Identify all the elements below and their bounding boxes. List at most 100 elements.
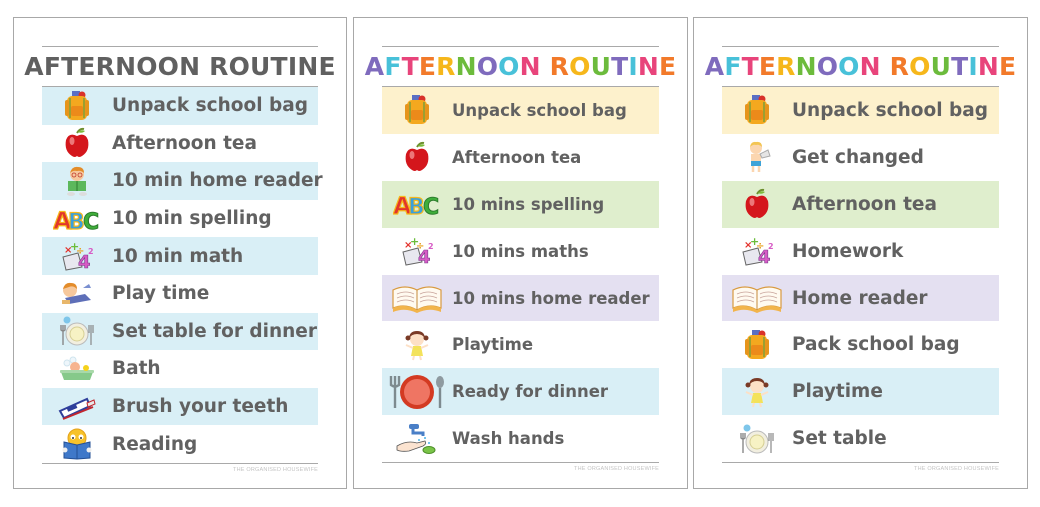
school-bag-icon: [722, 329, 792, 361]
routine-item-label: Playtime: [452, 335, 534, 355]
routine-item: 10 mins home reader: [382, 274, 659, 322]
routine-item: Pack school bag: [722, 321, 999, 368]
bathtub-icon: [42, 355, 112, 383]
routine-item-label: Bath: [112, 358, 161, 380]
title-letter: U: [590, 52, 612, 81]
footer-credit: THE ORGANISED HOUSEWIFE: [914, 466, 999, 473]
routine-item: Afternoon tea: [42, 125, 318, 163]
school-bag-icon: [722, 94, 792, 126]
routine-item-label: Unpack school bag: [792, 99, 988, 121]
routine-item-label: Set table for dinner: [112, 320, 317, 342]
svg-text:C: C: [423, 195, 439, 219]
routine-item-label: Reading: [112, 433, 198, 455]
routine-list: Unpack school bag Get changed Afternoon te…: [722, 87, 999, 462]
routine-item-label: 10 mins spelling: [452, 194, 605, 214]
routine-item: Unpack school bag: [42, 87, 318, 125]
place-setting-icon: [722, 423, 792, 455]
chart-content: AFTERNOON ROUTINE Unpack school bag Get c…: [705, 46, 1016, 473]
math-book-icon: × + ÷ 4 2: [382, 236, 452, 266]
title-letter: N: [519, 52, 541, 81]
routine-item: Playtime: [722, 368, 999, 416]
abc-icon: ABC: [382, 189, 452, 220]
title-letter: O: [498, 52, 520, 81]
title-letter: T: [401, 52, 419, 81]
girl-playing-icon: [722, 376, 792, 408]
bottom-rule: [722, 462, 999, 464]
boy-reading-icon: [42, 165, 112, 197]
bottom-rule: [382, 462, 659, 464]
open-book-icon: [382, 282, 452, 314]
title-letter: R: [549, 52, 570, 81]
routine-item-label: Playtime: [792, 381, 883, 403]
title-letter: U: [930, 52, 952, 81]
routine-item: A B C 10 mins spelling: [382, 180, 659, 228]
math-book-icon: × + ÷ 4 2: [42, 241, 112, 271]
routine-item: Afternoon tea: [722, 180, 999, 228]
chart-content: AFTERNOON ROUTINE Unpack school bag After…: [365, 46, 676, 472]
routine-chart-1: AFTERNOON ROUTINE Unpack school bag After…: [13, 17, 347, 489]
routine-item: 10 min home reader: [42, 162, 323, 200]
routine-item-label: Play time: [112, 283, 210, 305]
title-letter: O: [816, 52, 839, 81]
routine-item-label: Set table: [792, 428, 887, 450]
routine-item-label: Unpack school bag: [112, 95, 308, 117]
routine-item: Playtime: [382, 321, 659, 368]
svg-text:2: 2: [88, 247, 94, 256]
place-setting-icon: [42, 315, 112, 347]
routine-list: Unpack school bag Afternoon tea A B C 10 mins…: [382, 87, 659, 462]
routine-item: Get changed: [722, 134, 999, 181]
routine-item-label: Afternoon tea: [792, 193, 937, 215]
title-letter: R: [436, 52, 456, 81]
boy-changing-icon: [722, 140, 792, 174]
routine-item-label: 10 min spelling: [112, 208, 272, 230]
title-letter: O: [569, 52, 591, 81]
bottom-rule: [42, 462, 318, 464]
title-letter: T: [741, 52, 759, 81]
routine-item: Bath: [42, 350, 318, 388]
school-bag-icon: [42, 90, 112, 122]
routine-item: Afternoon tea: [382, 134, 659, 181]
routine-item: × + ÷ 4 2 10 min math: [42, 237, 318, 275]
routine-item: Ready for dinner: [382, 368, 659, 416]
routine-item-label: 10 mins maths: [452, 241, 589, 261]
title-letter: F: [384, 52, 402, 81]
routine-item-label: Wash hands: [452, 429, 565, 449]
smiley-reading-icon: [42, 428, 112, 460]
routine-item: Reading: [42, 425, 318, 463]
routine-item: Unpack school bag: [722, 87, 999, 134]
routine-item-label: Ready for dinner: [452, 382, 609, 402]
title-letter: F: [724, 52, 742, 81]
chart-title: AFTERNOON ROUTINE: [24, 52, 336, 81]
title-letter: [541, 52, 550, 81]
routine-item: Unpack school bag: [382, 87, 659, 134]
title-letter: R: [776, 52, 796, 81]
math-book-icon: × + ÷ 4 2: [722, 236, 792, 266]
routine-item-label: Unpack school bag: [452, 100, 627, 120]
title-letter: N: [637, 52, 659, 81]
title-letter: O: [476, 52, 499, 81]
title-letter: I: [628, 52, 638, 81]
routine-item-label: Afternoon tea: [112, 132, 257, 154]
apple-icon: [382, 141, 452, 173]
routine-item-label: 10 mins home reader: [452, 288, 650, 308]
boy-playing-icon: [42, 280, 112, 308]
routine-item: Set table: [722, 415, 999, 462]
title-letter: N: [455, 52, 477, 81]
title-letter: O: [838, 52, 860, 81]
routine-item-label: Pack school bag: [792, 334, 960, 356]
title-letter: A: [704, 52, 725, 81]
routine-list: Unpack school bag Afternoon tea 10 min hom…: [42, 87, 323, 463]
title-letter: E: [998, 52, 1017, 81]
routine-item: × + ÷ 4 2 10 mins maths: [382, 228, 659, 275]
school-bag-icon: [382, 94, 452, 126]
routine-item-label: Get changed: [792, 146, 924, 168]
routine-item-label: 10 min math: [112, 245, 244, 267]
dinner-plate-icon: [382, 373, 452, 411]
toothbrush-icon: [42, 393, 112, 421]
title-letter: I: [968, 52, 978, 81]
routine-item: × + ÷ 4 2 Homework: [722, 228, 999, 275]
girl-playing-icon: [382, 329, 452, 361]
svg-text:2: 2: [428, 242, 434, 251]
chart-title: AFTERNOON ROUTINE: [705, 47, 1016, 86]
routine-item: Home reader: [722, 274, 999, 322]
